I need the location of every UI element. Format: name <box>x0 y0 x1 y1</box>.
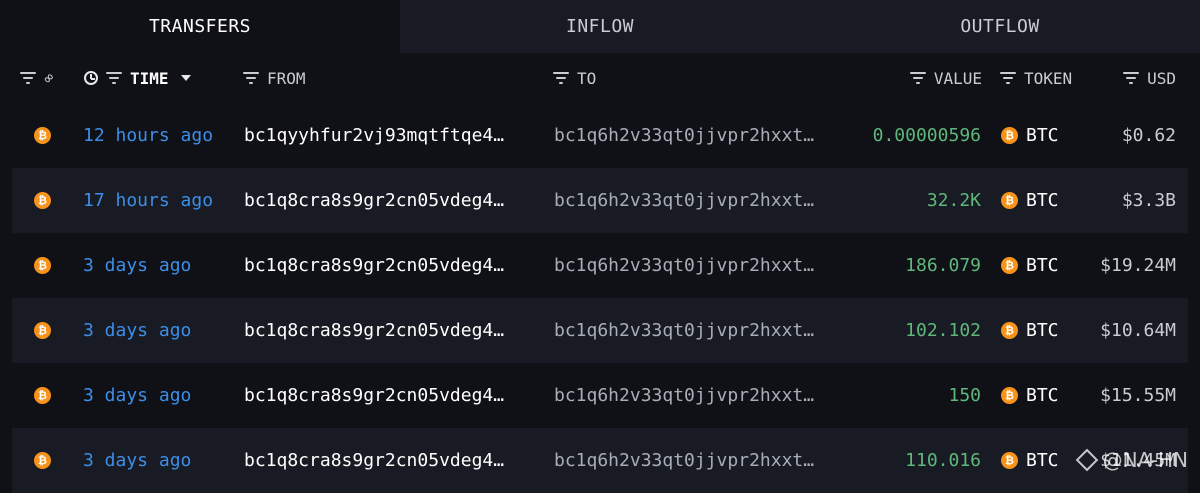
value-amount: 150 <box>948 385 981 406</box>
bitcoin-icon: ₿ <box>1001 452 1018 469</box>
link-icon[interactable]: ∞ <box>39 68 58 87</box>
usd-amount: $0.62 <box>1121 125 1176 146</box>
header-usd-label: USD <box>1147 68 1176 88</box>
time-link[interactable]: 3 days ago <box>83 298 191 363</box>
from-address[interactable]: bc1q8cra8s9gr2cn05vdeg4… <box>244 298 504 363</box>
header-time-label: TIME <box>130 68 169 88</box>
token-symbol: BTC <box>1026 190 1059 211</box>
header-from[interactable]: FROM <box>243 53 306 103</box>
bitcoin-icon: ₿ <box>1001 322 1018 339</box>
header-to-label: TO <box>577 68 597 88</box>
value-amount: 110.016 <box>905 450 981 471</box>
watermark-text: @NA-HN <box>1102 448 1188 472</box>
tab-outflow[interactable]: OUTFLOW <box>800 0 1200 53</box>
tab-transfers[interactable]: TRANSFERS <box>0 0 400 53</box>
header-time[interactable]: TIME <box>84 53 191 103</box>
usd-filter-icon[interactable] <box>1123 72 1140 84</box>
table-header: ∞ TIME FROM TO VALUE TOKEN USD <box>0 53 1200 103</box>
table-row[interactable]: ₿ 3 days ago bc1q8cra8s9gr2cn05vdeg4… bc… <box>12 298 1188 363</box>
value-filter-icon[interactable] <box>909 72 926 84</box>
table-row[interactable]: ₿ 12 hours ago bc1qyyhfur2vj93mqtftqe4… … <box>12 103 1188 168</box>
time-link[interactable]: 12 hours ago <box>83 103 213 168</box>
token-symbol: BTC <box>1026 450 1059 471</box>
token-symbol: BTC <box>1026 320 1059 341</box>
bitcoin-icon: ₿ <box>1001 387 1018 404</box>
bitcoin-icon: ₿ <box>34 322 51 339</box>
usd-amount: $10.64M <box>1100 320 1176 341</box>
bitcoin-icon: ₿ <box>34 127 51 144</box>
time-link[interactable]: 3 days ago <box>83 428 191 493</box>
to-address[interactable]: bc1q6h2v33qt0jjvpr2hxxt… <box>554 298 814 363</box>
time-link[interactable]: 3 days ago <box>83 363 191 428</box>
to-address[interactable]: bc1q6h2v33qt0jjvpr2hxxt… <box>554 428 814 493</box>
token-symbol: BTC <box>1026 125 1059 146</box>
token-symbol: BTC <box>1026 385 1059 406</box>
token-cell[interactable]: ₿ BTC <box>1001 428 1059 493</box>
table-row[interactable]: ₿ 3 days ago bc1q8cra8s9gr2cn05vdeg4… bc… <box>12 428 1188 493</box>
bitcoin-icon: ₿ <box>1001 257 1018 274</box>
from-address[interactable]: bc1q8cra8s9gr2cn05vdeg4… <box>244 363 504 428</box>
bitcoin-icon: ₿ <box>34 387 51 404</box>
usd-amount: $3.3B <box>1121 190 1176 211</box>
value-amount: 32.2K <box>926 190 981 211</box>
to-address[interactable]: bc1q6h2v33qt0jjvpr2hxxt… <box>554 168 814 233</box>
to-filter-icon[interactable] <box>553 72 569 84</box>
header-value[interactable]: VALUE <box>909 53 982 103</box>
from-address[interactable]: bc1q8cra8s9gr2cn05vdeg4… <box>244 233 504 298</box>
time-filter-icon[interactable] <box>106 72 122 84</box>
time-link[interactable]: 17 hours ago <box>83 168 213 233</box>
filter-icon[interactable] <box>20 72 36 84</box>
time-link[interactable]: 3 days ago <box>83 233 191 298</box>
sort-desc-icon[interactable] <box>180 75 191 81</box>
bitcoin-icon: ₿ <box>34 452 51 469</box>
diamond-logo-icon <box>1075 448 1098 472</box>
table-row[interactable]: ₿ 3 days ago bc1q8cra8s9gr2cn05vdeg4… bc… <box>12 363 1188 428</box>
transfers-table: ₿ 12 hours ago bc1qyyhfur2vj93mqtftqe4… … <box>12 103 1188 493</box>
header-token-label: TOKEN <box>1024 68 1073 88</box>
token-cell[interactable]: ₿ BTC <box>1001 233 1059 298</box>
token-cell[interactable]: ₿ BTC <box>1001 168 1059 233</box>
table-row[interactable]: ₿ 17 hours ago bc1q8cra8s9gr2cn05vdeg4… … <box>12 168 1188 233</box>
header-usd[interactable]: USD <box>1123 53 1176 103</box>
bitcoin-icon: ₿ <box>34 257 51 274</box>
to-address[interactable]: bc1q6h2v33qt0jjvpr2hxxt… <box>554 103 814 168</box>
header-value-label: VALUE <box>933 68 982 88</box>
header-to[interactable]: TO <box>553 53 596 103</box>
bitcoin-icon: ₿ <box>1001 127 1018 144</box>
header-token[interactable]: TOKEN <box>1000 53 1072 103</box>
token-filter-icon[interactable] <box>1000 72 1016 84</box>
token-symbol: BTC <box>1026 255 1059 276</box>
table-row[interactable]: ₿ 3 days ago bc1q8cra8s9gr2cn05vdeg4… bc… <box>12 233 1188 298</box>
tab-bar: TRANSFERS INFLOW OUTFLOW <box>0 0 1200 53</box>
from-address[interactable]: bc1q8cra8s9gr2cn05vdeg4… <box>244 168 504 233</box>
to-address[interactable]: bc1q6h2v33qt0jjvpr2hxxt… <box>554 233 814 298</box>
bitcoin-icon: ₿ <box>34 192 51 209</box>
token-cell[interactable]: ₿ BTC <box>1001 298 1059 363</box>
token-cell[interactable]: ₿ BTC <box>1001 103 1059 168</box>
tab-inflow[interactable]: INFLOW <box>400 0 800 53</box>
from-address[interactable]: bc1q8cra8s9gr2cn05vdeg4… <box>244 428 504 493</box>
value-amount: 0.00000596 <box>872 125 981 146</box>
from-address[interactable]: bc1qyyhfur2vj93mqtftqe4… <box>244 103 504 168</box>
usd-amount: $15.55M <box>1100 385 1176 406</box>
to-address[interactable]: bc1q6h2v33qt0jjvpr2hxxt… <box>554 363 814 428</box>
header-from-label: FROM <box>267 68 306 88</box>
usd-amount: $19.24M <box>1100 255 1176 276</box>
clock-icon[interactable] <box>84 71 98 85</box>
header-filters: ∞ <box>20 53 58 103</box>
from-filter-icon[interactable] <box>243 72 259 84</box>
watermark: @NA-HN <box>1075 448 1188 472</box>
value-amount: 186.079 <box>905 255 981 276</box>
token-cell[interactable]: ₿ BTC <box>1001 363 1059 428</box>
value-amount: 102.102 <box>905 320 981 341</box>
bitcoin-icon: ₿ <box>1001 192 1018 209</box>
